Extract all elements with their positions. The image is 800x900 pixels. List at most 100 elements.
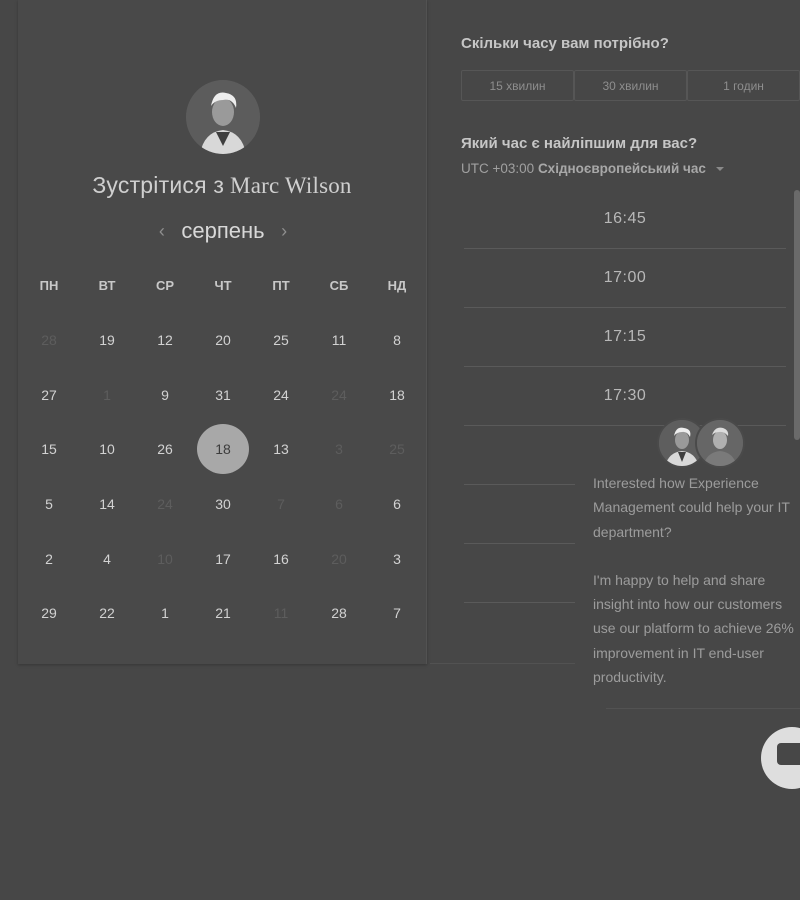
timezone-name: Східноєвропейський час — [537, 161, 706, 176]
calendar-day: 28 — [20, 313, 78, 367]
calendar-day-number: 22 — [99, 605, 115, 622]
calendar-day[interactable]: 27 — [20, 368, 78, 422]
calendar-day-number: 11 — [331, 332, 347, 349]
calendar-day[interactable]: 18 — [368, 368, 426, 422]
calendar-day: 11 — [252, 586, 310, 640]
calendar-day-number: 6 — [393, 496, 401, 513]
calendar-week: 28 19 12 20 25 11 8 — [20, 313, 426, 368]
duration-option-15[interactable]: 15 хвилин — [461, 70, 574, 101]
calendar-day[interactable]: 16 — [252, 532, 310, 586]
time-slot[interactable]: 17:15 — [464, 308, 786, 367]
caret-down-icon — [715, 167, 724, 172]
calendar-day[interactable]: 13 — [252, 422, 310, 476]
calendar-day-number: 17 — [215, 550, 231, 567]
calendar-day-number: 14 — [99, 496, 115, 513]
weekday-label: ПН — [39, 278, 59, 293]
calendar-day-number: 8 — [393, 332, 401, 349]
calendar-day: 7 — [252, 477, 310, 531]
weekday-label: ЧТ — [214, 278, 232, 293]
host-avatar — [186, 80, 260, 154]
month-navigation: ‹ серпень › — [0, 218, 446, 244]
calendar-day-number: 12 — [157, 332, 173, 349]
calendar-day[interactable]: 25 — [252, 313, 310, 367]
calendar-day[interactable]: 26 — [136, 422, 194, 476]
calendar-day[interactable]: 21 — [194, 586, 252, 640]
chat-launcher-button[interactable] — [761, 727, 800, 789]
calendar-day[interactable]: 1 — [136, 586, 194, 640]
meeting-title: Зустрітися з Marc Wilson — [92, 172, 352, 198]
calendar-day[interactable]: 12 — [136, 313, 194, 367]
calendar-day-number: 10 — [157, 550, 173, 567]
calendar-day[interactable]: 28 — [310, 586, 368, 640]
duration-options: 15 хвилин 30 хвилин 1 годин — [461, 70, 800, 101]
calendar-day: 1 — [78, 368, 136, 422]
calendar-day[interactable]: 19 — [78, 313, 136, 367]
calendar-week: 5 14 24 30 7 6 6 — [20, 477, 426, 532]
calendar-day-number: 15 — [41, 441, 57, 458]
calendar-day[interactable]: 24 — [252, 368, 310, 422]
calendar-day-number: 31 — [215, 386, 231, 403]
calendar-day-number: 6 — [335, 496, 343, 513]
calendar-day[interactable]: 31 — [194, 368, 252, 422]
calendar-day[interactable]: 7 — [368, 586, 426, 640]
calendar-week: 15 10 26 18 13 3 25 — [20, 422, 426, 477]
calendar-day[interactable]: 11 — [310, 313, 368, 367]
calendar-day-number: 28 — [41, 332, 57, 349]
calendar-week: 29 22 1 21 11 28 7 — [20, 586, 426, 641]
calendar-day[interactable]: 10 — [78, 422, 136, 476]
calendar-day-number: 11 — [273, 605, 289, 622]
calendar-day-number: 24 — [273, 386, 289, 403]
calendar-day[interactable]: 30 — [194, 477, 252, 531]
chat-agent-avatars — [657, 418, 747, 468]
calendar-day: 10 — [136, 532, 194, 586]
time-question: Який час є найліпшим для вас? — [461, 135, 698, 152]
time-slot[interactable]: 17:00 — [464, 249, 786, 308]
prev-month-chevron-left-icon[interactable]: ‹ — [147, 221, 177, 242]
weekday-label: ВТ — [98, 278, 116, 293]
calendar-day[interactable]: 6 — [368, 477, 426, 531]
calendar-week: 27 1 9 31 24 24 18 — [20, 368, 426, 423]
calendar-day-number: 26 — [157, 441, 173, 458]
calendar-day-number: 10 — [99, 441, 115, 458]
calendar-day-number: 29 — [41, 605, 57, 622]
time-slot[interactable]: 16:45 — [464, 190, 786, 249]
calendar-day[interactable]: 17 — [194, 532, 252, 586]
calendar-day: 6 — [310, 477, 368, 531]
calendar-day[interactable]: 15 — [20, 422, 78, 476]
duration-option-60[interactable]: 1 годин — [687, 70, 800, 101]
calendar-day[interactable]: 20 — [194, 313, 252, 367]
calendar-day[interactable]: 5 — [20, 477, 78, 531]
slot-list-scrollbar[interactable] — [794, 190, 800, 440]
timezone-offset: UTC +03:00 — [461, 161, 535, 176]
calendar-day-number: 5 — [45, 496, 53, 513]
calendar-day-number: 25 — [389, 441, 405, 458]
calendar-day[interactable]: 22 — [78, 586, 136, 640]
chat-bubble-icon — [777, 743, 800, 765]
calendar-day-number: 30 — [215, 496, 231, 513]
calendar-day-number: 9 — [161, 386, 169, 403]
calendar-day-number: 20 — [331, 550, 347, 567]
weekday-label: СР — [155, 278, 175, 293]
calendar-day[interactable]: 9 — [136, 368, 194, 422]
calendar-day[interactable]: 14 — [78, 477, 136, 531]
chat-message: Interested how Experience Management cou… — [593, 471, 800, 713]
calendar-day[interactable]: 8 — [368, 313, 426, 367]
calendar-day[interactable]: 3 — [368, 532, 426, 586]
next-month-chevron-right-icon[interactable]: › — [269, 221, 299, 242]
calendar-day-number: 2 — [45, 550, 53, 567]
calendar-day[interactable]: 4 — [78, 532, 136, 586]
calendar-day[interactable]: 29 — [20, 586, 78, 640]
calendar-day: 24 — [136, 477, 194, 531]
month-label: серпень — [181, 218, 265, 243]
calendar-day-number: 4 — [103, 550, 111, 567]
calendar-day-number: 3 — [393, 550, 401, 567]
calendar-day[interactable]: 2 — [20, 532, 78, 586]
chat-paragraph: I'm happy to help and share insight into… — [593, 571, 794, 686]
calendar-day-number: 28 — [331, 605, 347, 622]
duration-option-30[interactable]: 30 хвилин — [574, 70, 687, 101]
calendar-day-selected[interactable]: 18 — [194, 422, 252, 476]
calendar-day: 25 — [368, 422, 426, 476]
timezone-selector[interactable]: UTC +03:00 Східноєвропейський час — [461, 161, 724, 176]
calendar-day-number: 24 — [331, 386, 347, 403]
weekday-label: ПТ — [272, 278, 290, 293]
